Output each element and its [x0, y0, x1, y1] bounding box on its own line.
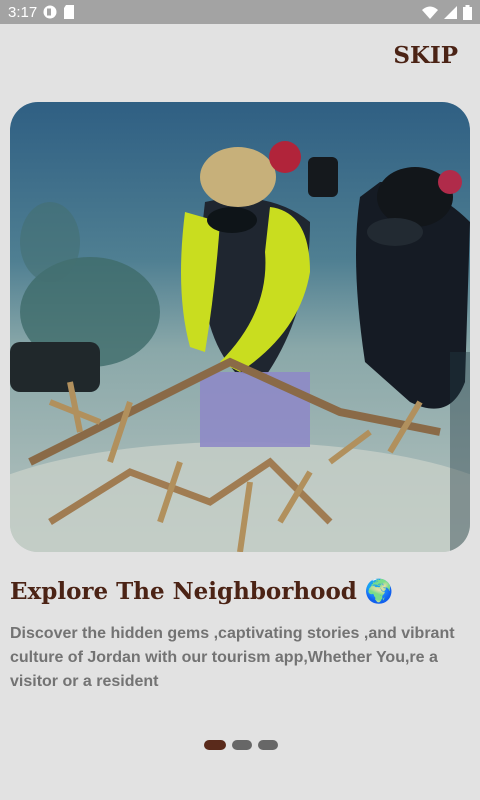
skip-button[interactable]: SKIP: [393, 42, 458, 69]
battery-icon: [463, 4, 472, 20]
onboarding-image: [10, 102, 470, 552]
onboarding-title: Explore The Neighborhood 🌍: [10, 578, 394, 605]
app-notification-icon: [43, 5, 57, 19]
page-dot-2[interactable]: [232, 740, 252, 750]
wifi-icon: [422, 6, 438, 19]
coral-reef-divers-photo: [10, 102, 470, 552]
onboarding-description: Discover the hidden gems ,captivating st…: [10, 625, 455, 690]
page-dot-3[interactable]: [258, 740, 278, 750]
signal-icon: [444, 5, 457, 19]
sd-card-icon: [63, 5, 75, 19]
page-dot-1[interactable]: [204, 740, 226, 750]
page-indicator: [204, 740, 278, 750]
status-bar: 3:17: [0, 0, 480, 24]
status-time: 3:17: [8, 3, 38, 21]
status-left: 3:17: [8, 4, 75, 21]
status-right: [422, 4, 472, 20]
